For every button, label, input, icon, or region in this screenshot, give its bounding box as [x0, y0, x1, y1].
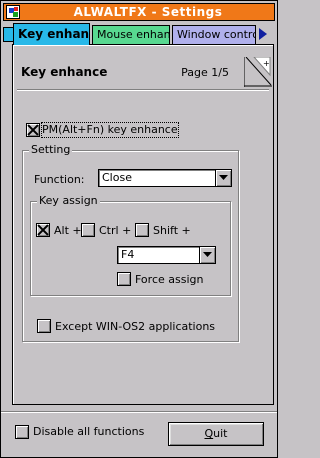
key-dropdown[interactable]: F4: [117, 246, 216, 264]
key-assign-group: Key assign Alt + Ctrl + Shift + F4 Force…: [30, 194, 231, 296]
shift-checkbox[interactable]: [135, 223, 149, 237]
page-number: Page 1/5: [181, 66, 229, 79]
key-assign-group-label: Key assign: [37, 194, 100, 207]
except-win-os2-label[interactable]: Except WIN-OS2 applications: [55, 320, 215, 334]
quit-mnemonic: Q: [204, 427, 214, 440]
force-assign-label[interactable]: Force assign: [135, 273, 203, 287]
triangle-down-icon: [219, 175, 228, 180]
function-dropdown-button[interactable]: [215, 170, 231, 186]
quit-label: uit: [213, 427, 228, 440]
page-title-divider: [17, 89, 269, 91]
ctrl-label[interactable]: Ctrl +: [99, 224, 131, 238]
alt-label[interactable]: Alt +: [54, 224, 82, 238]
disable-all-label[interactable]: Disable all functions: [33, 425, 144, 439]
key-value: F4: [121, 248, 135, 261]
triangle-down-icon: [203, 252, 212, 257]
tab-edge: [3, 27, 13, 42]
triangle-right-icon: [259, 28, 267, 40]
alt-checkbox[interactable]: [36, 223, 50, 237]
page-corner-icon[interactable]: +: [243, 56, 272, 87]
disable-all-checkbox[interactable]: [15, 425, 29, 439]
ctrl-checkbox[interactable]: [81, 223, 95, 237]
setting-group: Setting Function: Close Key assign Alt +…: [22, 143, 239, 342]
tab-window-control[interactable]: Window control: [172, 25, 256, 44]
page-turn-icon: +: [243, 56, 272, 87]
key-dropdown-button[interactable]: [199, 247, 215, 263]
function-label: Function:: [34, 173, 85, 186]
window-title: ALWALTFX - Settings: [73, 5, 223, 19]
system-menu-icon[interactable]: [6, 5, 20, 19]
quit-button[interactable]: Quit: [168, 422, 264, 446]
setting-group-label: Setting: [29, 143, 73, 156]
page-title: Key enhance: [21, 65, 108, 79]
force-assign-checkbox[interactable]: [117, 272, 131, 286]
title-bar[interactable]: ALWALTFX - Settings: [3, 3, 275, 21]
function-dropdown[interactable]: Close: [98, 169, 232, 187]
notebook-page: Key enhance Page 1/5 + PM(Alt+Fn) key en…: [12, 44, 274, 405]
except-win-os2-checkbox[interactable]: [37, 319, 51, 333]
icon-square-red: [14, 7, 18, 11]
tab-mouse-enhance[interactable]: Mouse enhance: [92, 25, 170, 44]
tab-key-enhance[interactable]: Key enhance: [13, 23, 90, 45]
function-value: Close: [102, 171, 132, 184]
svg-text:+: +: [263, 59, 270, 68]
icon-square-green: [13, 12, 18, 17]
footer-divider: [1, 411, 277, 413]
shift-label[interactable]: Shift +: [153, 224, 191, 238]
pm-key-enhance-checkbox[interactable]: [26, 123, 40, 137]
settings-window: ALWALTFX - Settings Key enhance Mouse en…: [0, 0, 278, 458]
tab-row: Key enhance Mouse enhance Window control: [3, 22, 275, 45]
tab-scroll-right-button[interactable]: [257, 26, 269, 42]
pm-key-enhance-label[interactable]: PM(Alt+Fn) key enhance: [41, 122, 179, 138]
